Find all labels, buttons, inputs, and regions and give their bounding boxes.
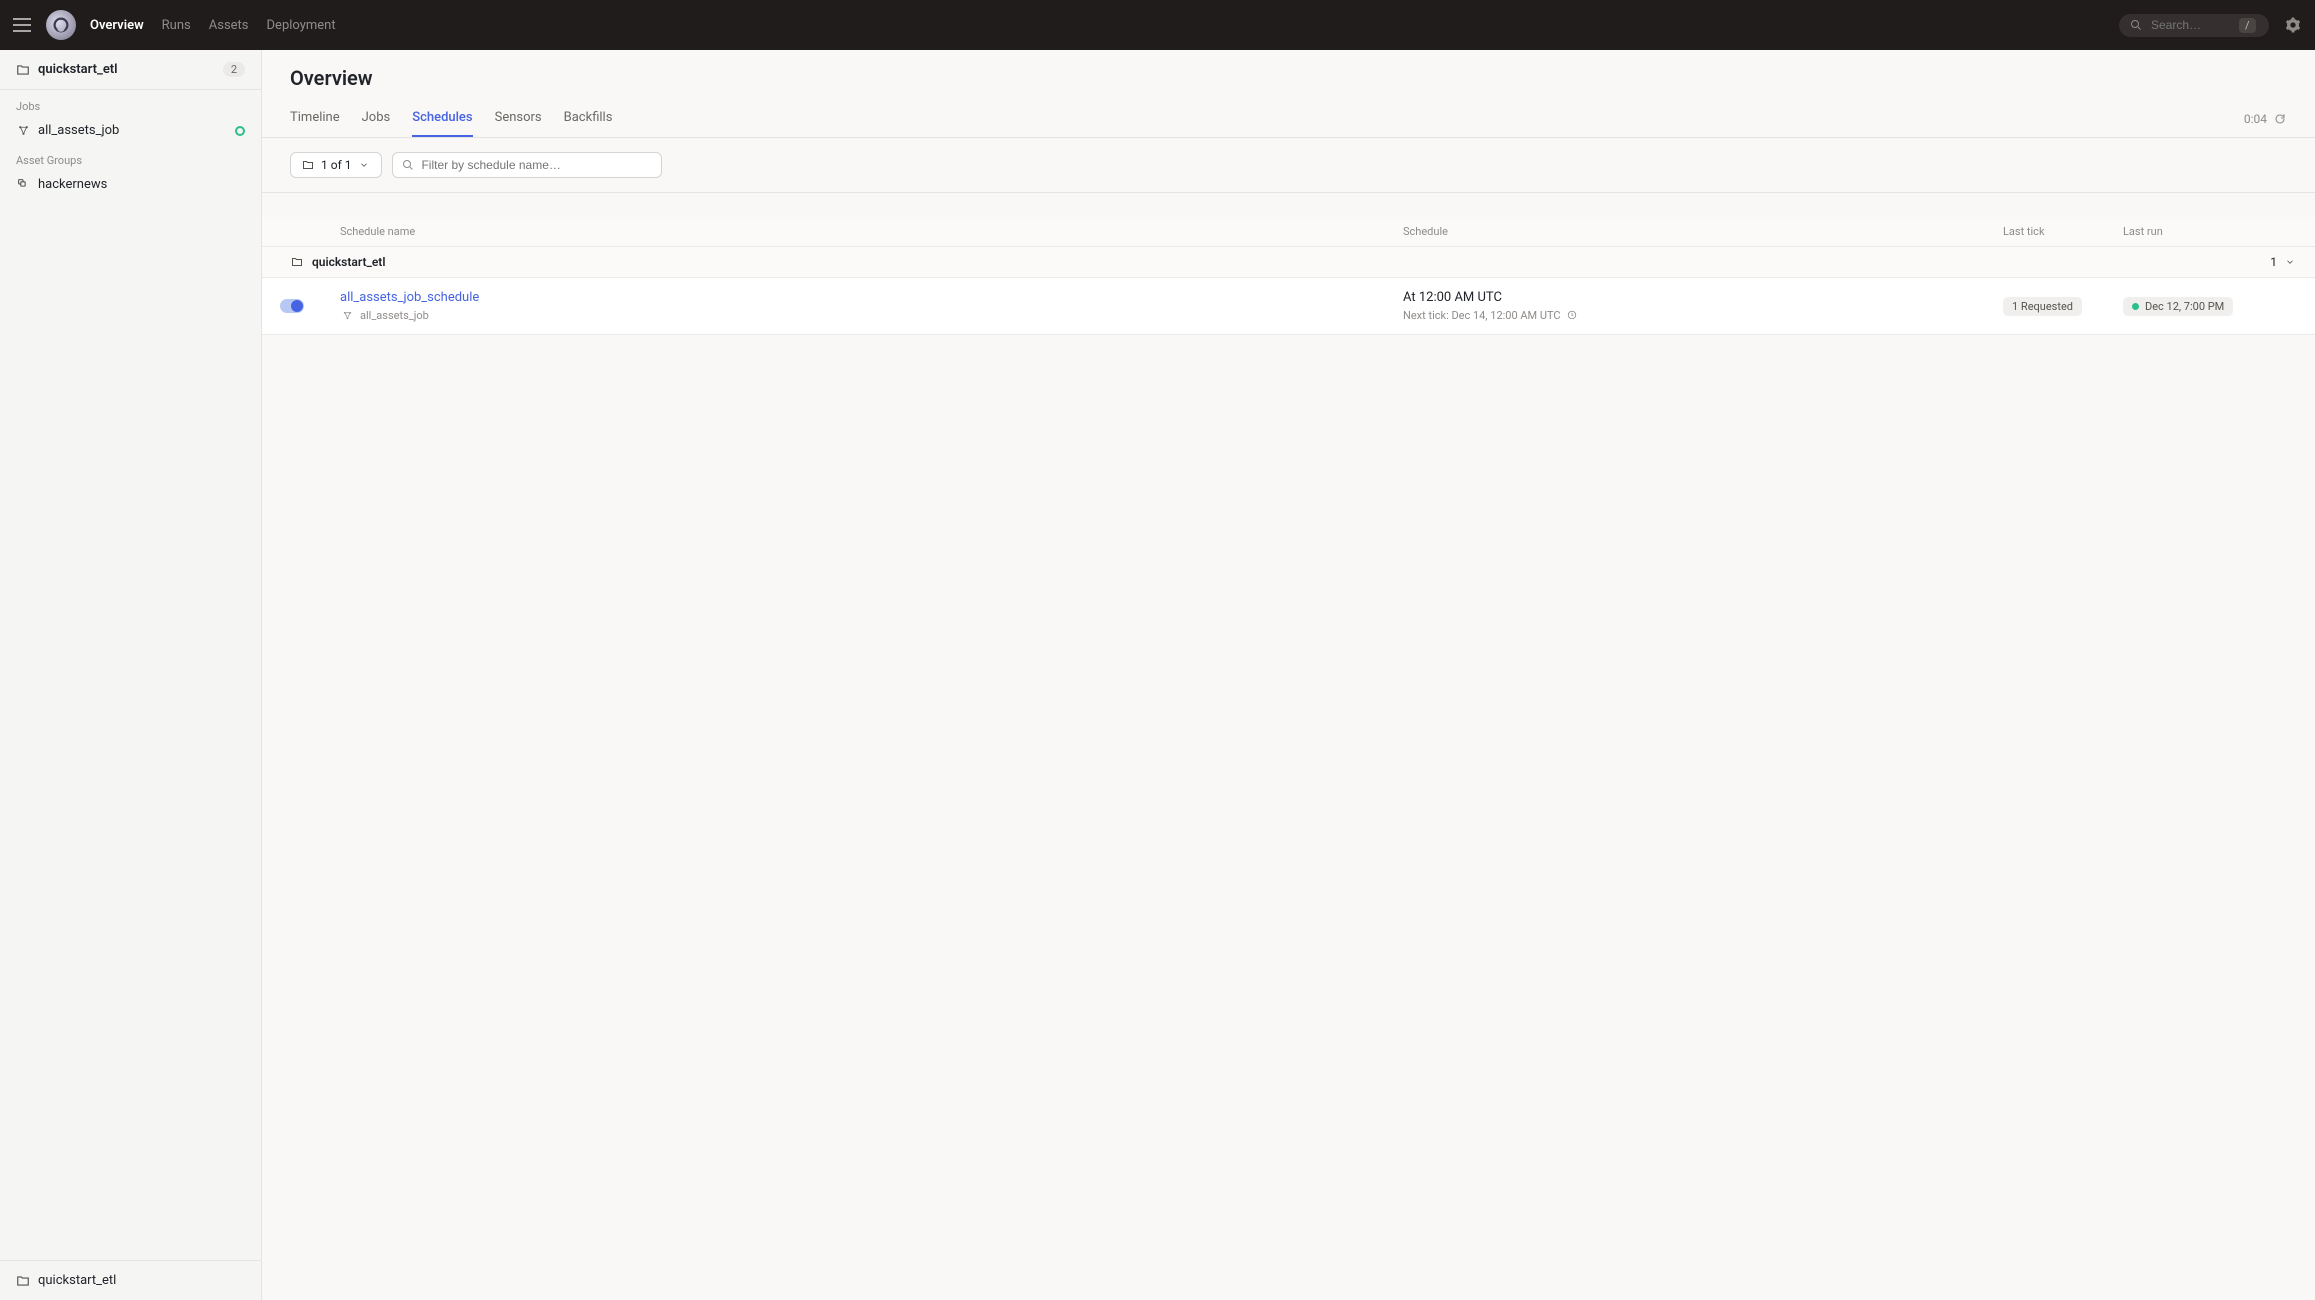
table-group-count: 1 <box>2270 255 2277 269</box>
schedule-filter[interactable] <box>392 152 662 178</box>
hamburger-menu[interactable] <box>12 15 32 35</box>
settings-button[interactable] <box>2283 15 2303 35</box>
folder-icon <box>290 255 304 269</box>
last-run-badge[interactable]: Dec 12, 7:00 PM <box>2123 297 2233 316</box>
status-ok-icon <box>235 126 245 136</box>
chevron-down-icon <box>357 158 371 172</box>
nav-runs[interactable]: Runs <box>162 18 191 33</box>
sidebar-bottom-repo[interactable]: quickstart_etl <box>0 1260 261 1300</box>
table-group-name: quickstart_etl <box>312 255 385 269</box>
tab-jobs[interactable]: Jobs <box>362 100 391 137</box>
col-last-tick: Last tick <box>1985 217 2105 246</box>
sidebar-section-asset-groups: Asset Groups <box>0 144 261 171</box>
col-schedule: Schedule <box>1385 217 1985 246</box>
sidebar-item-all-assets-job[interactable]: all_assets_job <box>0 117 261 144</box>
chevron-down-icon[interactable] <box>2283 255 2297 269</box>
nav-deployment[interactable]: Deployment <box>267 18 336 33</box>
asset-group-icon <box>16 178 30 192</box>
repo-selector-label: 1 of 1 <box>321 158 351 172</box>
global-search[interactable]: / <box>2119 14 2269 37</box>
repo-selector[interactable]: 1 of 1 <box>290 152 382 178</box>
tab-sensors[interactable]: Sensors <box>495 100 542 137</box>
sidebar-item-hackernews[interactable]: hackernews <box>0 171 261 198</box>
col-schedule-name: Schedule name <box>322 217 1385 246</box>
search-icon <box>2129 18 2143 32</box>
sidebar-section-jobs: Jobs <box>0 90 261 117</box>
schedule-filter-input[interactable] <box>421 158 653 172</box>
schedule-cron-text: At 12:00 AM UTC <box>1403 290 1967 305</box>
search-icon <box>401 158 415 172</box>
search-input[interactable] <box>2151 18 2231 32</box>
status-success-icon <box>2132 303 2139 310</box>
refresh-icon[interactable] <box>2273 112 2287 126</box>
job-icon <box>16 124 30 138</box>
schedule-name-link[interactable]: all_assets_job_schedule <box>340 290 479 305</box>
nav-overview[interactable]: Overview <box>90 18 144 33</box>
tab-backfills[interactable]: Backfills <box>564 100 613 137</box>
table-row: all_assets_job_schedule all_assets_job A… <box>262 278 2315 335</box>
sidebar: quickstart_etl 2 Jobs all_assets_job Ass… <box>0 50 262 1300</box>
schedule-toggle[interactable] <box>280 299 304 313</box>
last-tick-badge[interactable]: 1 Requested <box>2003 297 2082 316</box>
page-tabs: Timeline Jobs Schedules Sensors Backfill… <box>290 100 612 137</box>
schedule-next-tick: Next tick: Dec 14, 12:00 AM UTC <box>1403 309 1561 322</box>
job-icon <box>340 308 354 322</box>
app-logo[interactable] <box>46 10 76 40</box>
sidebar-repo-header[interactable]: quickstart_etl 2 <box>0 50 261 90</box>
folder-icon <box>301 158 315 172</box>
folder-icon <box>16 1274 30 1288</box>
sidebar-item-label: all_assets_job <box>38 123 119 138</box>
tab-schedules[interactable]: Schedules <box>412 100 472 137</box>
col-last-run: Last run <box>2105 217 2255 246</box>
clock-icon <box>1565 308 1579 322</box>
folder-icon <box>16 63 30 77</box>
sidebar-repo-name: quickstart_etl <box>38 62 118 77</box>
sidebar-bottom-repo-name: quickstart_etl <box>38 1273 116 1288</box>
schedule-job-name[interactable]: all_assets_job <box>360 309 429 322</box>
search-shortcut: / <box>2239 18 2256 33</box>
sidebar-repo-count: 2 <box>223 62 245 77</box>
top-nav: Overview Runs Assets Deployment <box>90 18 336 33</box>
nav-assets[interactable]: Assets <box>209 18 249 33</box>
sidebar-item-label: hackernews <box>38 177 107 192</box>
page-title: Overview <box>262 50 2315 100</box>
tab-timeline[interactable]: Timeline <box>290 100 340 137</box>
schedules-table: Schedule name Schedule Last tick Last ru… <box>262 217 2315 335</box>
table-group-row[interactable]: quickstart_etl 1 <box>262 247 2315 278</box>
auto-refresh-timer: 0:04 <box>2244 112 2287 126</box>
